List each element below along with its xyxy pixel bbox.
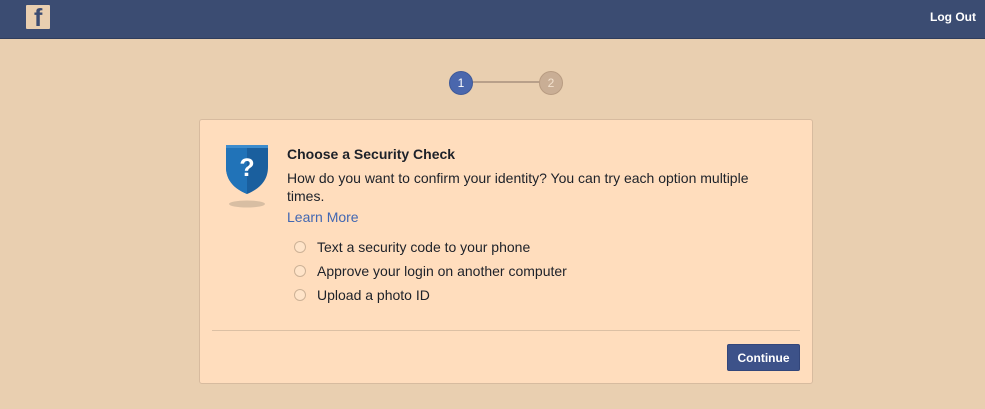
radio-photo-id[interactable] (294, 289, 306, 301)
security-check-card: ? Choose a Security Check How do you wan… (199, 119, 813, 384)
continue-button[interactable]: Continue (727, 344, 800, 371)
option-label[interactable]: Text a security code to your phone (317, 239, 530, 255)
top-bar: f Log Out (0, 0, 985, 39)
svg-text:?: ? (239, 154, 254, 182)
learn-more-link[interactable]: Learn More (287, 209, 359, 225)
card-description: How do you want to confirm your identity… (287, 170, 749, 204)
option-label[interactable]: Approve your login on another computer (317, 263, 567, 279)
card-divider (212, 330, 800, 331)
facebook-f-glyph: f (34, 5, 43, 30)
logout-link[interactable]: Log Out (930, 10, 976, 24)
step-1: 1 (449, 71, 473, 95)
step-2: 2 (539, 71, 563, 95)
card-title: Choose a Security Check (287, 146, 456, 162)
radio-approve-login[interactable] (294, 265, 306, 277)
radio-text-code[interactable] (294, 241, 306, 253)
facebook-logo-icon[interactable]: f (26, 5, 50, 29)
option-label[interactable]: Upload a photo ID (317, 287, 430, 303)
shield-question-icon: ? (226, 145, 268, 208)
step-indicator: 1 2 (449, 71, 564, 95)
step-connector (469, 81, 543, 83)
